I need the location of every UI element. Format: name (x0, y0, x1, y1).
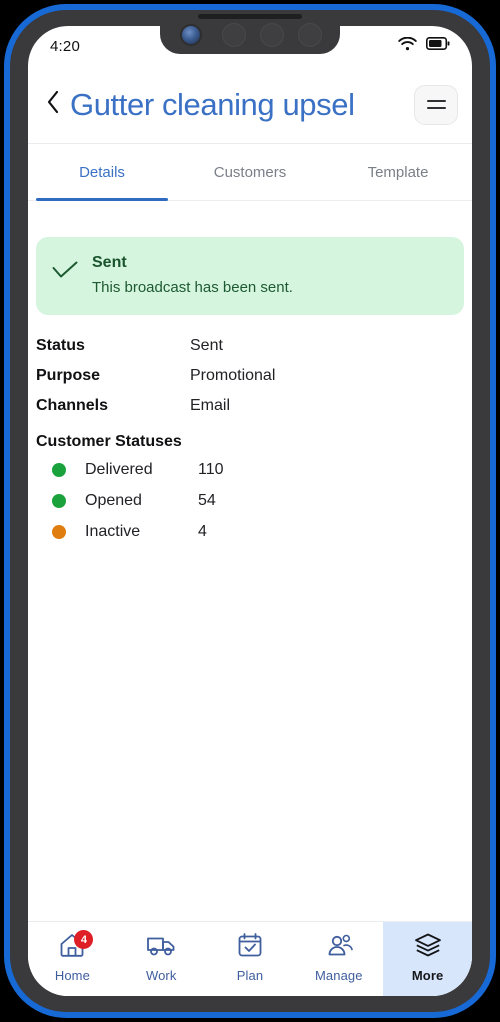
nav-label-home: Home (54, 967, 90, 983)
detail-label-purpose: Purpose (36, 367, 101, 384)
detail-label-channels: Channels (36, 397, 109, 414)
tab-details-label: Details (79, 163, 125, 181)
earpiece-speaker (198, 14, 302, 19)
status-value-inactive: 4 (198, 523, 207, 540)
hamburger-menu-icon-line (426, 107, 446, 109)
detail-value-channels: Email (190, 397, 231, 414)
status-value-delivered: 110 (198, 461, 224, 478)
back-button[interactable] (38, 85, 68, 125)
status-dot-opened (52, 494, 66, 508)
status-label-opened: Opened (85, 492, 142, 509)
sent-banner-message: This broadcast has been sent. (92, 279, 293, 296)
nav-label-plan: Plan (236, 967, 264, 983)
phone-notch (160, 10, 340, 54)
layers-icon (414, 932, 442, 963)
tab-customers[interactable]: Customers (176, 144, 324, 200)
detail-value-purpose: Promotional (190, 367, 276, 384)
status-bar-icons (398, 36, 450, 56)
status-label-inactive: Inactive (85, 523, 141, 540)
wifi-icon (398, 36, 417, 56)
chevron-left-icon (46, 90, 60, 119)
tab-customers-label: Customers (213, 163, 287, 181)
sensor-icon (260, 23, 284, 47)
front-camera-icon (180, 24, 202, 46)
tab-details[interactable]: Details (28, 144, 176, 201)
users-icon (324, 932, 354, 963)
detail-value-status: Sent (190, 337, 223, 354)
sensor-icon (298, 23, 322, 47)
nav-item-plan[interactable]: Plan (206, 922, 295, 996)
sent-banner-title: Sent (92, 254, 127, 271)
sent-status-banner: Sent This broadcast has been sent. (36, 237, 464, 315)
detail-row-purpose: Purpose Promotional (36, 367, 464, 385)
sensor-icon (222, 23, 246, 47)
calendar-check-icon (237, 932, 263, 963)
tab-template[interactable]: Template (324, 144, 472, 200)
check-icon (52, 261, 78, 284)
phone-screen: 4:20 Gutter cleaning upsel Details Custo… (28, 26, 472, 996)
hamburger-menu-icon-line (426, 100, 446, 102)
sent-banner-text-block: Sent This broadcast has been sent. (92, 254, 293, 296)
bottom-navigation-bar: 4 Home Work Plan Manage More (28, 921, 472, 996)
customer-statuses-list: Delivered 110 Opened 54 Inactive 4 (28, 461, 472, 541)
detail-fields: Status Sent Purpose Promotional Channels… (36, 337, 464, 415)
tab-template-label: Template (367, 163, 429, 181)
detail-row-channels: Channels Email (36, 397, 464, 415)
home-notification-badge: 4 (74, 930, 94, 949)
detail-label-status: Status (36, 337, 85, 354)
status-row-inactive: Inactive 4 (36, 523, 464, 541)
status-label-delivered: Delivered (85, 461, 153, 478)
page-title: Gutter cleaning upsel (70, 86, 355, 122)
status-dot-inactive (52, 525, 66, 539)
nav-item-manage[interactable]: Manage (294, 922, 383, 996)
status-row-opened: Opened 54 (36, 492, 464, 510)
app-header: Gutter cleaning upsel (28, 66, 472, 144)
nav-label-manage: Manage (314, 967, 363, 983)
status-row-delivered: Delivered 110 (36, 461, 464, 479)
nav-item-more[interactable]: More (383, 922, 472, 996)
nav-item-home[interactable]: 4 Home (28, 922, 117, 996)
hamburger-menu-button[interactable] (414, 84, 458, 125)
nav-item-work[interactable]: Work (117, 922, 206, 996)
status-dot-delivered (52, 463, 66, 477)
status-value-opened: 54 (198, 492, 216, 509)
truck-icon (146, 932, 176, 963)
nav-label-work: Work (145, 967, 177, 983)
battery-icon (426, 37, 450, 55)
phone-device-frame: 4:20 Gutter cleaning upsel Details Custo… (0, 0, 500, 1022)
detail-row-status: Status Sent (36, 337, 464, 355)
tab-bar: Details Customers Template (28, 144, 472, 201)
customer-statuses-title: Customer Statuses (36, 433, 182, 450)
status-bar-time: 4:20 (50, 37, 80, 55)
details-panel: Sent This broadcast has been sent. Statu… (28, 201, 472, 922)
nav-label-more: More (411, 967, 444, 983)
